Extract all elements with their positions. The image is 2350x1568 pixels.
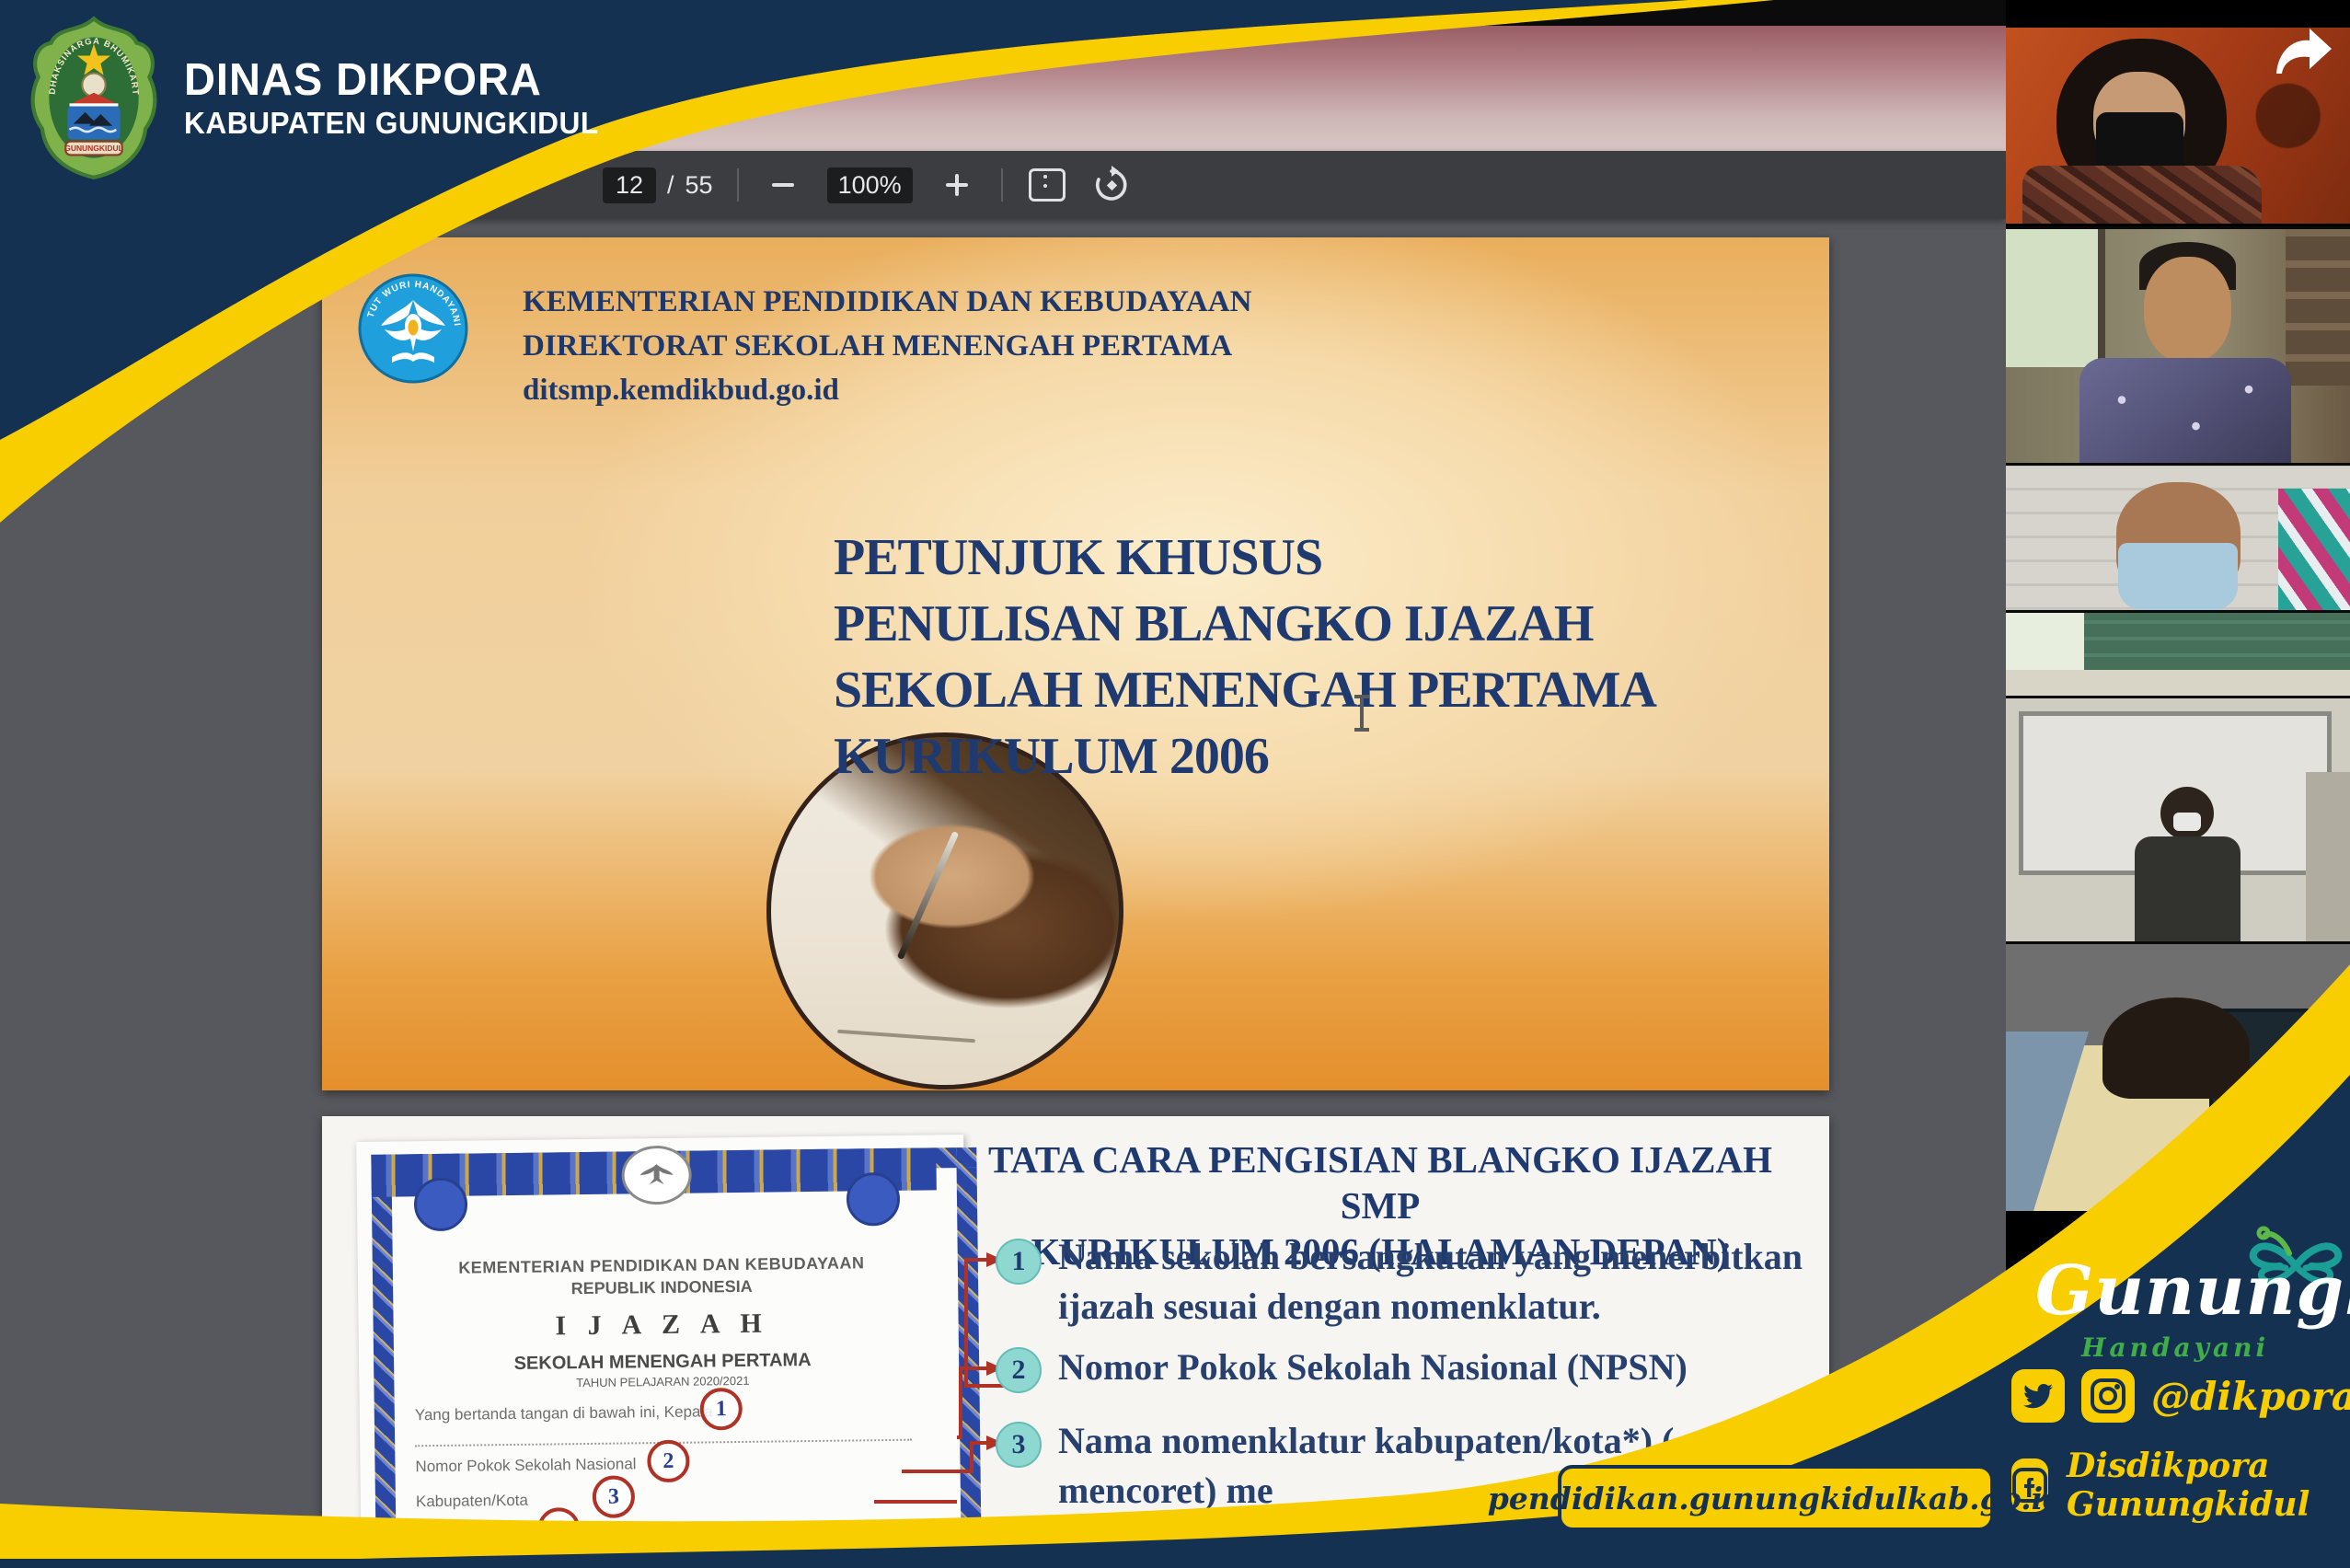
rotate-icon: [1091, 165, 1132, 205]
handayani-tagline: Handayani: [2081, 1332, 2269, 1363]
participant-5-mask: [2173, 813, 2201, 831]
fit-page-button[interactable]: [1027, 165, 1067, 205]
slide1-title-line3: SEKOLAH MENENGAH PERTAMA: [834, 657, 1656, 723]
plus-icon: [946, 174, 968, 196]
ministry-line2: DIREKTORAT SEKOLAH MENENGAH PERTAMA: [523, 324, 1251, 368]
bookshelf-background: [2286, 229, 2350, 386]
participant-6-head: [2102, 997, 2250, 1099]
window-background: [2006, 229, 2105, 367]
participant-6-face: [2230, 1073, 2313, 1160]
header-branding: DHAKSINARGA BHUMIKARTA GUNUNGKIDUL DINAS…: [29, 15, 616, 180]
dikpora-crest-logo: DHAKSINARGA BHUMIKARTA GUNUNGKIDUL: [29, 15, 158, 180]
twitter-icon: [2021, 1378, 2056, 1413]
slide1-title: PETUNJUK KHUSUS PENULISAN BLANGKO IJAZAH…: [834, 525, 1656, 790]
list-item-1: Nama sekolah bersangkutan yang menerbitk…: [1058, 1232, 1803, 1332]
participant-video-4[interactable]: [2006, 610, 2350, 696]
header-org-name: DINAS DIKPORA: [184, 54, 599, 106]
slide1-title-line4: KURIKULUM 2006: [834, 723, 1656, 790]
list-item-3-line1: Nama nomenklatur kabupaten/kota*) (: [1058, 1416, 1674, 1466]
share-icon[interactable]: [2271, 26, 2335, 79]
instagram-icon: [2090, 1378, 2126, 1414]
slide-1: TUT WURI HANDAYANI KEMENTERIAN PENDIDIKA…: [322, 237, 1829, 1090]
header-org-region: KABUPATEN GUNUNGKIDUL: [184, 106, 599, 141]
list-item-1-line1: Nama sekolah bersangkutan yang menerbitk…: [1058, 1232, 1803, 1282]
page-separator: /: [667, 171, 674, 200]
tut-wuri-handayani-logo: TUT WURI HANDAYANI: [357, 272, 469, 385]
slide1-title-line1: PETUNJUK KHUSUS: [834, 525, 1656, 591]
browser-chrome-band: [460, 26, 2006, 151]
screenshot-stage: 12 / 55 100% TUT WURI HAND: [0, 0, 2350, 1568]
list-item-1-badge: 1: [996, 1239, 1042, 1285]
participant-2-batik-shirt: [2079, 358, 2291, 463]
ministry-header: KEMENTERIAN PENDIDIKAN DAN KEBUDAYAAN DI…: [523, 280, 1251, 412]
participant-3-blue-mask: [2118, 543, 2238, 610]
participant-video-2[interactable]: [2006, 226, 2350, 463]
zoom-level-input[interactable]: 100%: [827, 167, 913, 203]
participant-video-3[interactable]: [2006, 463, 2350, 610]
facebook-page-name: Disdikpora Gunungkidul: [2067, 1447, 2350, 1524]
list-item-1-line2: ijazah sesuai dengan nomenklatur.: [1058, 1282, 1803, 1332]
svg-text:GUNUNGKIDUL: GUNUNGKIDUL: [64, 144, 123, 153]
fit-page-icon: [1029, 168, 1066, 202]
participant-2-face: [2144, 257, 2231, 363]
list-item-3-badge: 3: [996, 1422, 1042, 1468]
toolbar-divider: [737, 168, 739, 202]
page-total: 55: [685, 171, 713, 200]
zoom-out-button[interactable]: [763, 165, 803, 205]
participant-video-5[interactable]: [2006, 696, 2350, 941]
participant-1-shirt: [2022, 166, 2262, 224]
list-item-2-badge: 2: [996, 1347, 1042, 1393]
list-item-2: Nomor Pokok Sekolah Nasional (NPSN): [1058, 1343, 1688, 1392]
fabric-background: [2278, 489, 2350, 610]
slide1-title-line2: PENULISAN BLANGKO IJAZAH: [834, 591, 1656, 657]
twitter-button[interactable]: [2011, 1369, 2065, 1423]
gunungkidul-wordmark: Gunungkidul: [2035, 1251, 2350, 1331]
website-badge: pendidikan.gunungkidulkab.go.id: [1558, 1465, 1994, 1531]
cabinet-background: [2306, 772, 2350, 941]
text-cursor: [1360, 698, 1364, 729]
toolbar-divider: [1001, 168, 1003, 202]
website-url: pendidikan.gunungkidulkab.go.id: [1488, 1481, 2065, 1516]
rotate-button[interactable]: [1091, 165, 1132, 205]
slide2-title-line1: TATA CARA PENGISIAN BLANGKO IJAZAH SMP: [957, 1136, 1803, 1228]
zoom-in-button[interactable]: [937, 165, 977, 205]
social-handle: @dikpora_gk: [2151, 1374, 2350, 1419]
participant-video-6[interactable]: [2006, 941, 2350, 1211]
ministry-line3: ditsmp.kemdikbud.go.id: [523, 368, 1251, 412]
participant-1-mask: [2096, 112, 2183, 173]
social-row-1: @dikpora_gk: [2011, 1369, 2350, 1423]
classroom-window: [2006, 613, 2084, 670]
participant-5-body: [2135, 836, 2241, 941]
instagram-button[interactable]: [2081, 1369, 2135, 1423]
minus-icon: [772, 183, 794, 187]
ministry-line1: KEMENTERIAN PENDIDIKAN DAN KEBUDAYAAN: [523, 280, 1251, 324]
classroom-green-board: [2084, 613, 2350, 670]
